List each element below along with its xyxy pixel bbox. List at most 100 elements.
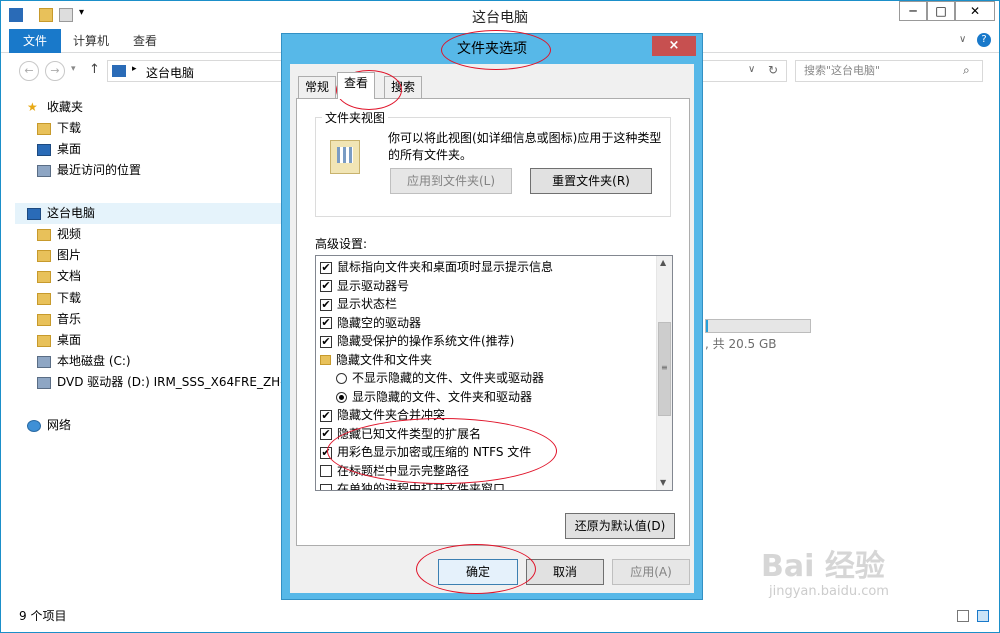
setting-hide-merge-conflicts[interactable]: ✔ 隐藏文件夹合并冲突 [320,406,445,425]
scroll-thumb[interactable]: ≡ [658,322,671,416]
setting-label: 显示状态栏 [337,297,398,311]
tab-search[interactable]: 搜索 [384,76,423,98]
setting-group-hidden-files: 隐藏文件和文件夹 [320,351,432,370]
forward-button[interactable]: → [45,61,65,81]
apply-to-folders-button[interactable]: 应用到文件夹(L) [390,168,512,194]
tab-view[interactable]: 查看 [337,72,376,99]
checkbox-checked-icon[interactable]: ✔ [320,280,332,292]
advanced-list-scrollbar[interactable]: ▲ ≡ ▼ [656,256,672,490]
advanced-settings-label: 高级设置: [315,237,368,251]
nav-label: DVD 驱动器 (D:) IRM_SSS_X64FRE_ZH-CN_D [57,375,283,389]
details-view-icon[interactable] [957,610,969,622]
nav-local-disk-c[interactable]: 本地磁盘 (C:) [37,351,131,372]
expand-ribbon-icon[interactable]: ∨ [959,34,966,45]
recent-places-icon [37,164,51,177]
checkbox-checked-icon[interactable]: ✔ [320,428,332,440]
nav-label: 网络 [47,418,72,432]
nav-downloads[interactable]: 下载 [37,288,81,309]
nav-favorites[interactable]: ★ 收藏夹 [27,97,83,118]
restore-defaults-button[interactable]: 还原为默认值(D) [565,513,675,539]
setting-hide-empty-drives[interactable]: ✔ 隐藏空的驱动器 [320,314,421,333]
checkbox-unchecked-icon[interactable] [320,465,332,477]
computer-icon [27,207,41,220]
scroll-up-icon[interactable]: ▲ [660,258,666,267]
cancel-button[interactable]: 取消 [526,559,604,585]
radio-selected-icon[interactable] [336,391,347,403]
setting-label: 隐藏文件和文件夹 [336,352,433,367]
nav-videos[interactable]: 视频 [37,224,81,245]
star-icon: ★ [27,99,38,114]
setting-hide-protected-os-files[interactable]: ✔ 隐藏受保护的操作系统文件(推荐) [320,332,514,351]
radio-unselected-icon[interactable] [336,373,347,384]
setting-show-hidden[interactable]: 显示隐藏的文件、文件夹和驱动器 [336,388,532,407]
checkbox-unchecked-icon[interactable] [320,483,332,490]
setting-label: 隐藏文件夹合并冲突 [337,408,446,422]
setting-show-popup-description[interactable]: ✔ 鼠标指向文件夹和桌面项时显示提示信息 [320,258,553,277]
setting-show-drive-letters[interactable]: ✔ 显示驱动器号 [320,277,409,296]
ribbon-tab-file[interactable]: 文件 [9,29,61,53]
setting-label: 隐藏受保护的操作系统文件(推荐) [337,334,515,348]
up-button[interactable]: ↑ [89,62,100,77]
checkbox-checked-icon[interactable]: ✔ [320,335,332,348]
nav-label: 视频 [57,227,82,241]
maximize-button[interactable]: □ [927,1,955,21]
setting-dont-show-hidden[interactable]: 不显示隐藏的文件、文件夹或驱动器 [336,369,544,388]
music-folder-icon [37,313,51,326]
nav-dvd-drive-d[interactable]: DVD 驱动器 (D:) IRM_SSS_X64FRE_ZH-CN_D [37,372,283,393]
checkbox-checked-icon[interactable]: ✔ [320,317,332,329]
setting-show-status-bar[interactable]: ✔ 显示状态栏 [320,295,397,314]
dialog-body: 常规 查看 搜索 文件夹视图 你可以将此视图(如详细信息或图标)应用于这种类型的… [290,64,694,593]
setting-full-path-title[interactable]: 在标题栏中显示完整路径 [320,462,469,481]
checkbox-checked-icon[interactable]: ✔ [320,409,332,422]
large-icons-view-icon[interactable] [977,610,989,622]
nav-this-pc[interactable]: 这台电脑 [27,203,95,224]
nav-label: 下载 [57,121,82,135]
watermark-logo: Bai 经验 [761,549,885,584]
ok-button[interactable]: 确定 [438,559,518,585]
apply-button[interactable]: 应用(A) [612,559,690,585]
scroll-down-icon[interactable]: ▼ [660,478,666,487]
back-button[interactable]: ← [19,61,39,81]
breadcrumb-this-pc[interactable]: 这台电脑 [146,64,194,81]
grid-icon [337,147,353,163]
help-icon[interactable]: ? [977,33,991,47]
setting-color-ntfs[interactable]: ✔ 用彩色显示加密或压缩的 NTFS 文件 [320,443,531,462]
reset-folders-button[interactable]: 重置文件夹(R) [530,168,652,194]
drive-usage-bar [705,319,811,333]
folder-view-label: 文件夹视图 [322,109,389,126]
status-bar: 9 个项目 [1,601,999,632]
ribbon-tab-computer[interactable]: 计算机 [61,29,121,53]
folder-options-dialog: 文件夹选项 × 常规 查看 搜索 文件夹视图 你可以将此视图(如详细信息或图标)… [281,33,703,600]
nav-music[interactable]: 音乐 [37,309,81,330]
recent-locations-icon[interactable]: ▾ [71,64,76,74]
tab-general[interactable]: 常规 [298,76,337,98]
setting-separate-process[interactable]: 在单独的进程中打开文件夹窗口 [320,480,505,490]
close-window-button[interactable]: ✕ [955,1,995,21]
nav-label: 桌面 [57,333,82,347]
checkbox-checked-icon[interactable]: ✔ [320,446,332,459]
search-input[interactable]: 搜索"这台电脑" [795,60,983,82]
nav-documents[interactable]: 文档 [37,266,81,287]
setting-label: 隐藏空的驱动器 [337,315,422,330]
nav-desktop[interactable]: 桌面 [37,330,81,351]
refresh-icon[interactable]: ↻ [768,63,778,77]
grip-icon: ≡ [661,363,668,372]
drive-capacity-text: , 共 20.5 GB [705,337,777,351]
nav-label: 收藏夹 [47,100,84,114]
checkbox-checked-icon[interactable]: ✔ [320,261,332,274]
nav-pictures[interactable]: 图片 [37,245,81,266]
dialog-close-button[interactable]: × [652,36,696,56]
checkbox-checked-icon[interactable]: ✔ [320,298,332,311]
nav-favorite-recent[interactable]: 最近访问的位置 [37,160,141,181]
breadcrumb-chevron-icon[interactable]: ▸ [132,64,137,74]
setting-label: 显示驱动器号 [337,278,410,293]
ribbon-tab-view[interactable]: 查看 [121,29,169,53]
nav-favorite-desktop[interactable]: 桌面 [37,139,81,160]
setting-label: 显示隐藏的文件、文件夹和驱动器 [352,389,533,404]
nav-network[interactable]: 网络 [27,415,71,436]
watermark-url: jingyan.baidu.com [769,584,889,599]
address-dropdown-icon[interactable]: ∨ [748,64,755,75]
nav-favorite-downloads[interactable]: 下载 [37,118,81,139]
setting-hide-extensions[interactable]: ✔ 隐藏已知文件类型的扩展名 [320,425,481,444]
minimize-button[interactable]: ─ [899,1,927,21]
